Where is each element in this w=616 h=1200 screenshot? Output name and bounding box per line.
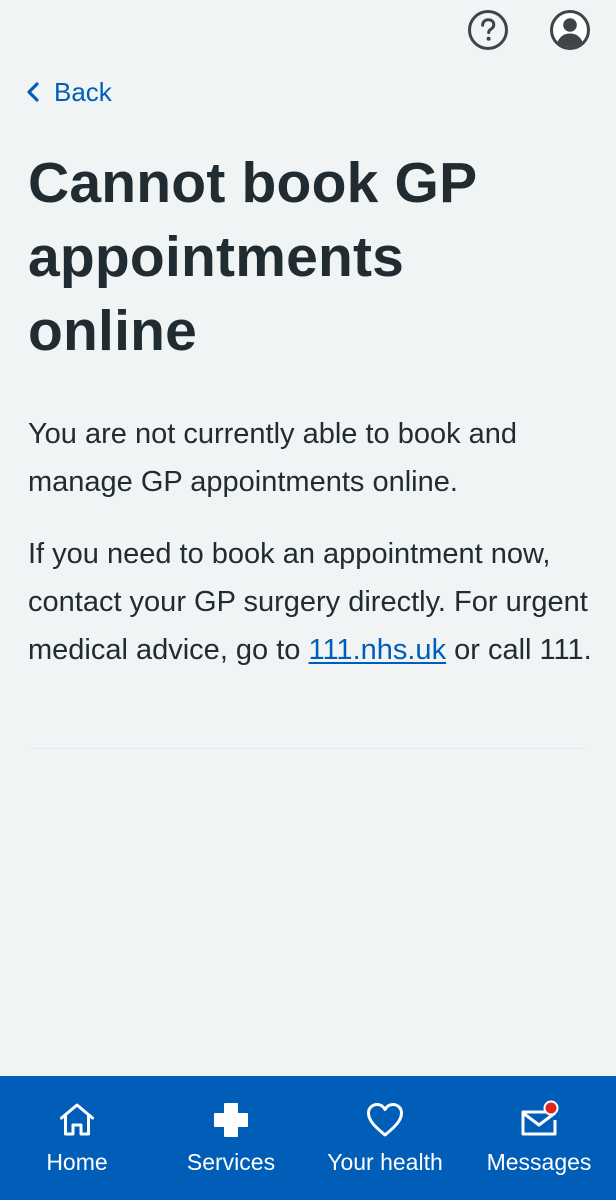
account-icon[interactable] bbox=[548, 8, 592, 52]
unavailable-message: You are not currently able to book and m… bbox=[28, 418, 518, 498]
heart-icon bbox=[367, 1103, 403, 1137]
messages-icon bbox=[521, 1100, 559, 1136]
page-title: Cannot book GP appointments online bbox=[28, 151, 477, 363]
nav-your-health[interactable]: Your health bbox=[320, 1100, 450, 1176]
nav-your-health-label: Your health bbox=[327, 1149, 443, 1175]
advice-message: If you need to book an appointment now, … bbox=[28, 530, 594, 674]
nav-home[interactable]: Home bbox=[12, 1100, 142, 1176]
content-divider bbox=[28, 748, 588, 749]
main-content: You are not currently able to book and m… bbox=[28, 410, 594, 698]
nav-services[interactable]: Services bbox=[166, 1100, 296, 1176]
help-icon[interactable] bbox=[466, 8, 510, 52]
advice-text-end: or call 111. bbox=[446, 634, 592, 666]
header-actions bbox=[466, 8, 592, 52]
nav-messages-label: Messages bbox=[486, 1149, 592, 1175]
back-link[interactable]: Back bbox=[24, 74, 112, 110]
home-icon bbox=[60, 1103, 94, 1136]
chevron-left-icon bbox=[27, 82, 39, 102]
plus-icon bbox=[214, 1103, 248, 1137]
back-label: Back bbox=[54, 77, 112, 107]
nav-home-label: Home bbox=[46, 1149, 108, 1175]
nav-messages[interactable]: Messages bbox=[474, 1100, 604, 1176]
notification-badge bbox=[543, 1100, 559, 1116]
nav-services-label: Services bbox=[186, 1149, 276, 1175]
bottom-navigation: Home Services Your health Messages bbox=[0, 1076, 616, 1200]
nhs-111-link[interactable]: 111.nhs.uk bbox=[308, 634, 446, 666]
